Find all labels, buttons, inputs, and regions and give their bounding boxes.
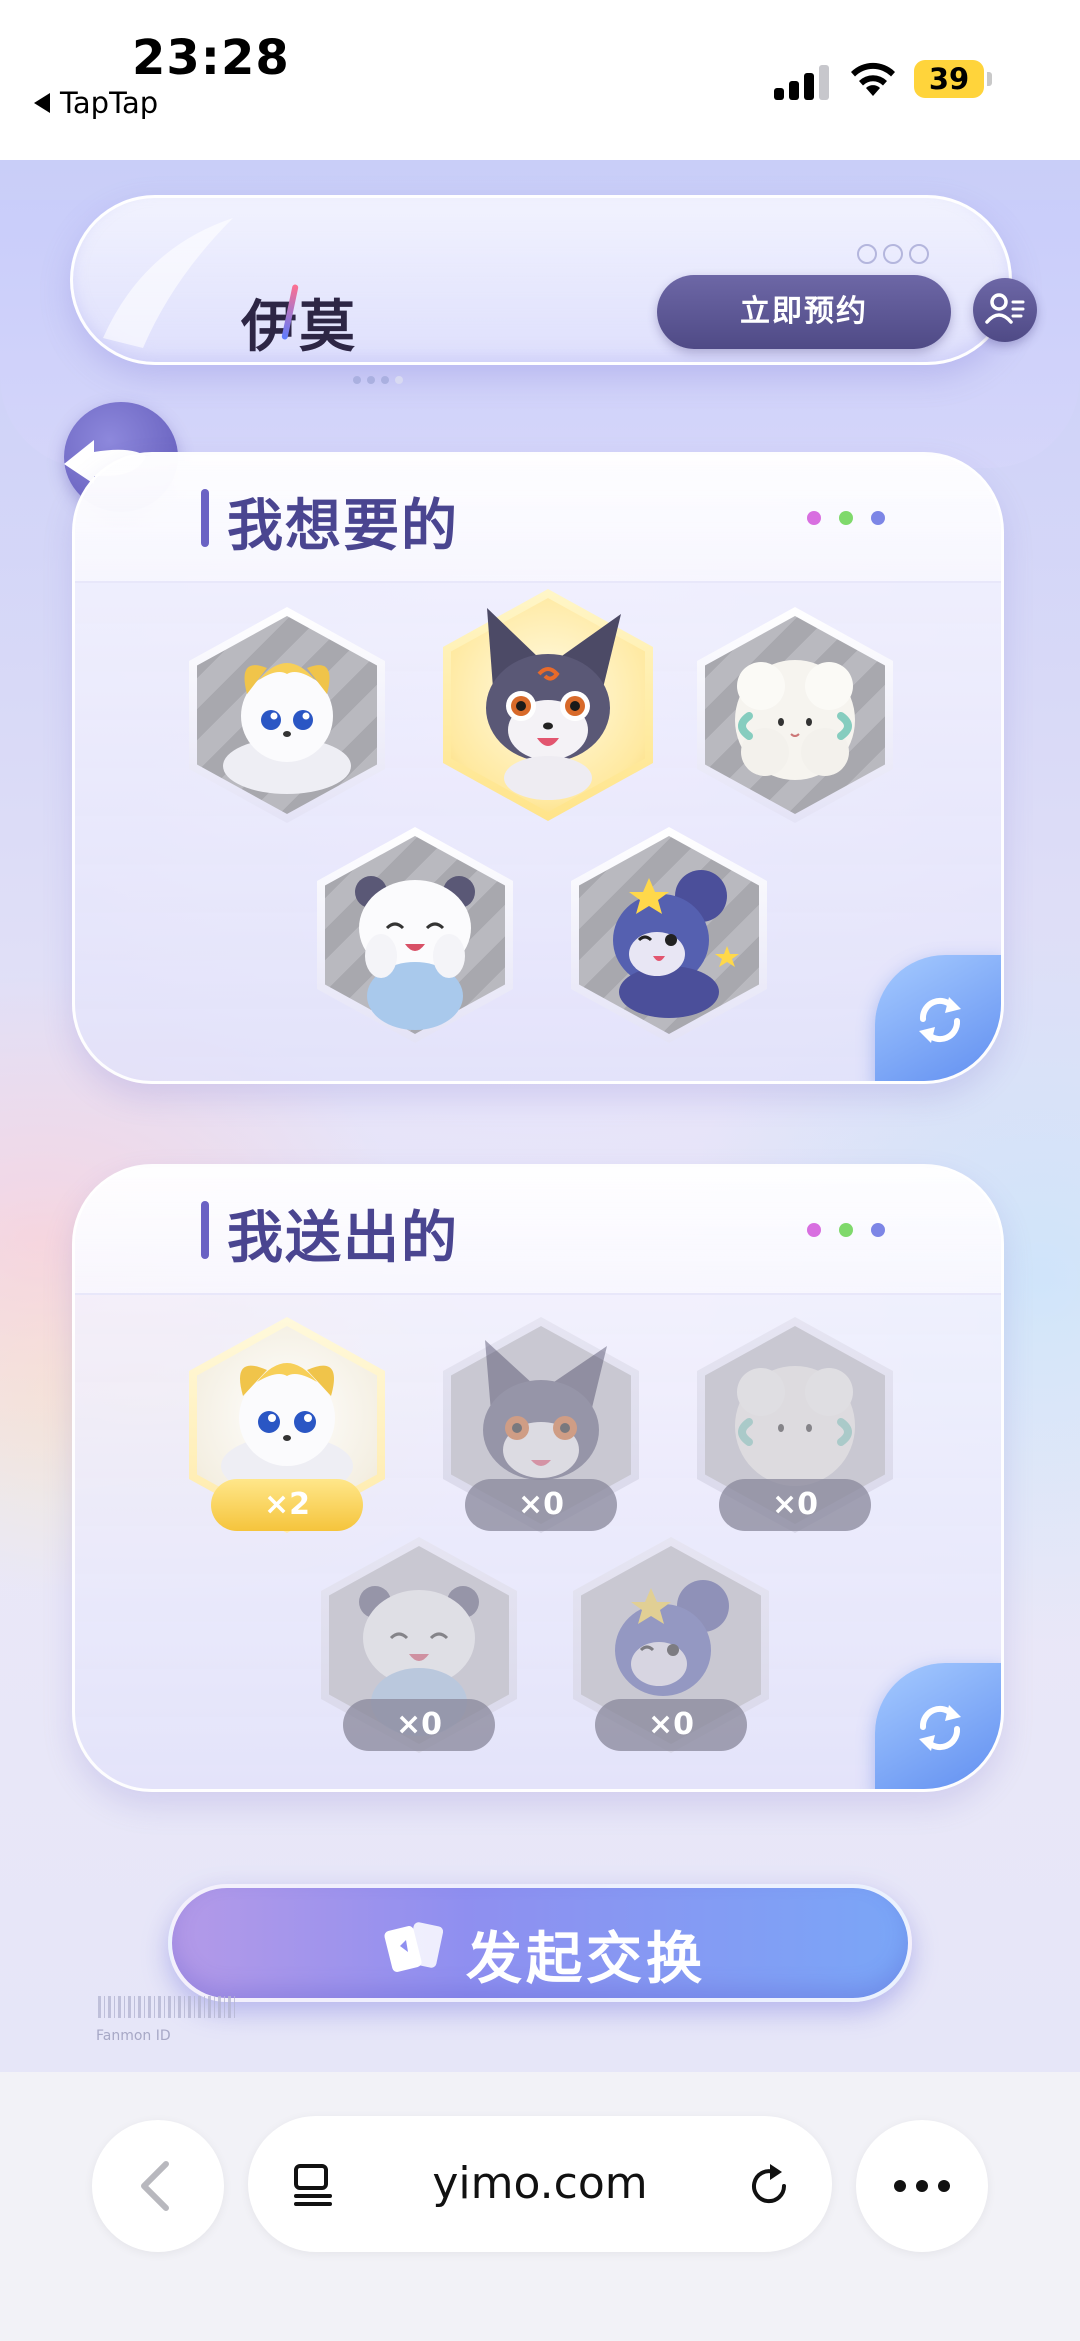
header-bar: 伊莫 立即预约 bbox=[70, 195, 1037, 384]
fineprint-text: Fanmon ID bbox=[96, 2028, 171, 2044]
back-triangle-icon bbox=[34, 93, 50, 113]
profile-button[interactable] bbox=[973, 278, 1037, 342]
chevron-left-icon bbox=[141, 2161, 169, 2211]
browser-toolbar: yimo.com bbox=[0, 2072, 1080, 2341]
reserve-now-button[interactable]: 立即预约 bbox=[657, 275, 951, 349]
ellipsis-icon bbox=[894, 2180, 950, 2192]
fluffy-sheep-pet-icon bbox=[735, 660, 855, 780]
refresh-icon bbox=[919, 1705, 961, 1751]
start-exchange-button[interactable]: 发起交换 bbox=[168, 1884, 912, 2002]
dark-fox-pet-icon bbox=[486, 608, 621, 800]
cream-cloud-pet-icon bbox=[223, 663, 351, 794]
battery-indicator: 39 bbox=[914, 60, 992, 98]
title-accent-bar bbox=[201, 489, 209, 547]
wanted-pet-white-bear[interactable] bbox=[317, 827, 513, 1043]
count-badge: ×0 bbox=[465, 1479, 617, 1531]
back-to-app-link[interactable]: TapTap bbox=[34, 86, 158, 120]
barcode-decoration bbox=[98, 1996, 238, 2018]
browser-back-button[interactable] bbox=[92, 2120, 224, 2252]
card-dots bbox=[807, 511, 885, 525]
title-accent-bar bbox=[201, 1201, 209, 1259]
header-pager-dots bbox=[353, 376, 403, 384]
wanted-pet-dark-fox[interactable] bbox=[443, 589, 653, 821]
given-title: 我送出的 bbox=[227, 1206, 459, 1271]
wanted-pet-cream-cloud[interactable] bbox=[189, 607, 385, 823]
card-dots bbox=[807, 1223, 885, 1237]
cellular-signal-icon bbox=[774, 64, 830, 100]
count-badge: ×2 bbox=[211, 1479, 363, 1531]
count-badge: ×0 bbox=[719, 1479, 871, 1531]
header-deco-icons bbox=[857, 244, 929, 264]
status-time: 23:28 bbox=[132, 30, 290, 86]
page-content: 伊莫 立即预约 我想要的 我送出的 ×2 ×0 ×0 ×0 ×0 发起交换 Fa… bbox=[0, 160, 1080, 2072]
given-pet-star-mouse[interactable]: ×0 bbox=[573, 1537, 769, 1753]
wanted-title: 我想要的 bbox=[227, 494, 459, 559]
star-mouse-pet-icon bbox=[613, 870, 739, 1018]
refresh-icon bbox=[919, 997, 961, 1043]
brand-logo: 伊莫 bbox=[241, 294, 357, 360]
white-bear-pet-icon bbox=[355, 876, 475, 1030]
back-app-label: TapTap bbox=[60, 86, 159, 120]
cards-exchange-icon bbox=[384, 1922, 444, 1972]
user-profile-icon bbox=[985, 293, 1025, 324]
status-bar: 23:28 TapTap 39 bbox=[0, 0, 1080, 160]
address-bar[interactable]: yimo.com bbox=[248, 2116, 832, 2252]
given-pet-fluffy-sheep[interactable]: ×0 bbox=[697, 1317, 893, 1533]
wanted-card: 我想要的 bbox=[72, 452, 1004, 1084]
given-pet-white-bear[interactable]: ×0 bbox=[321, 1537, 517, 1753]
header-swoosh-decoration bbox=[103, 218, 233, 348]
start-exchange-label: 发起交换 bbox=[466, 1927, 706, 1992]
count-badge: ×0 bbox=[343, 1699, 495, 1751]
reload-icon[interactable] bbox=[744, 2160, 794, 2210]
count-badge: ×0 bbox=[595, 1699, 747, 1751]
wanted-pet-fluffy-sheep[interactable] bbox=[697, 607, 893, 823]
given-pet-dark-fox[interactable]: ×0 bbox=[443, 1317, 639, 1533]
wanted-pet-star-mouse[interactable] bbox=[571, 827, 767, 1043]
wifi-icon bbox=[851, 62, 895, 96]
given-refresh-button[interactable] bbox=[875, 1663, 1001, 1789]
given-pet-cream-cloud[interactable]: ×2 bbox=[189, 1317, 385, 1533]
wanted-refresh-button[interactable] bbox=[875, 955, 1001, 1081]
more-options-button[interactable] bbox=[856, 2120, 988, 2252]
given-card: 我送出的 ×2 ×0 ×0 ×0 ×0 bbox=[72, 1164, 1004, 1792]
